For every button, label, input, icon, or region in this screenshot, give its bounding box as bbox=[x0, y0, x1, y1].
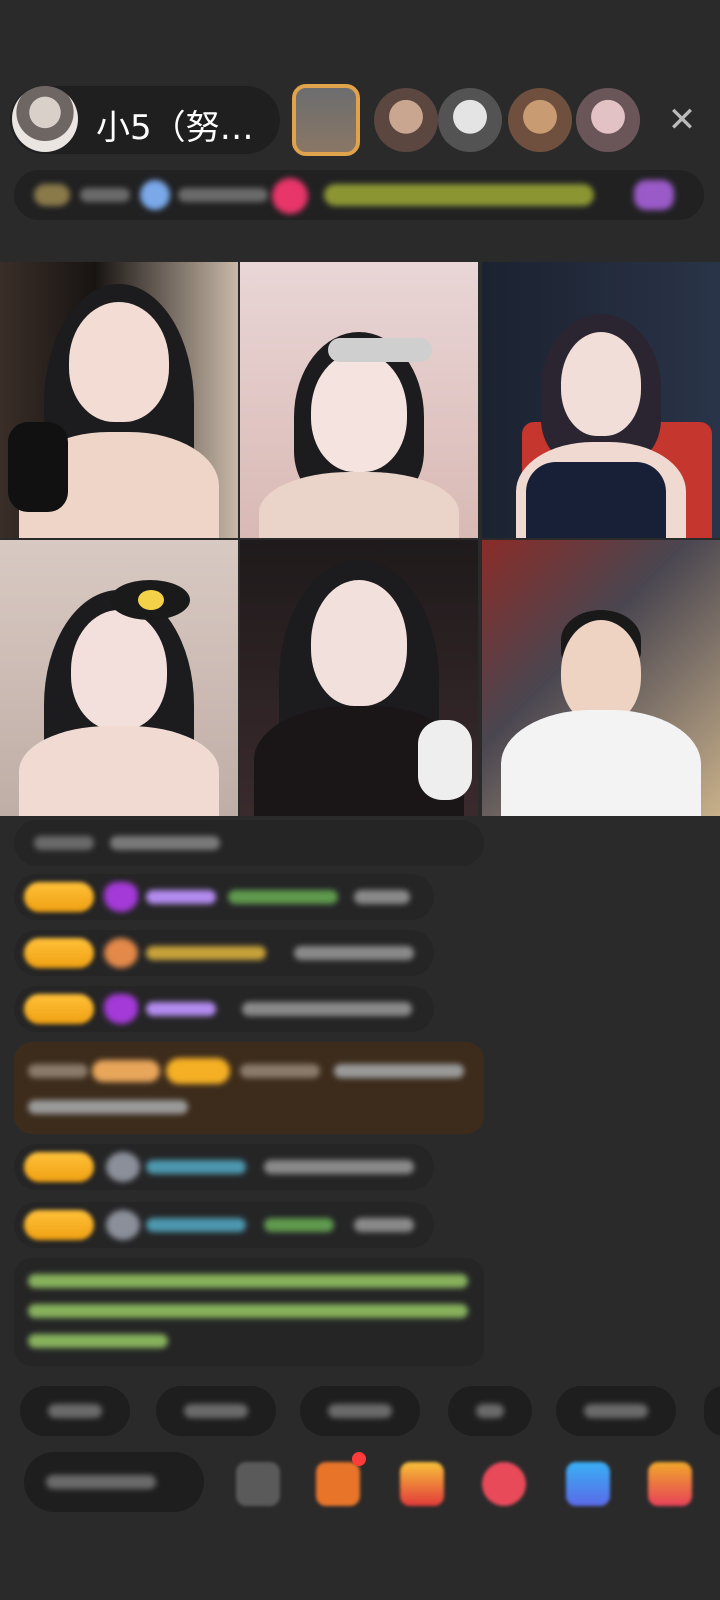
video-tile-streamer-3[interactable] bbox=[482, 262, 720, 538]
notification-dot-icon bbox=[352, 1452, 366, 1466]
headband bbox=[328, 338, 432, 362]
host-name[interactable]: 小5（努… bbox=[96, 100, 254, 149]
game-icon[interactable] bbox=[566, 1462, 610, 1506]
quick-reply-chip[interactable] bbox=[20, 1386, 130, 1436]
more-icon[interactable] bbox=[648, 1462, 692, 1506]
gem-icon bbox=[104, 882, 138, 912]
chat-message[interactable] bbox=[14, 1202, 434, 1248]
close-icon[interactable]: ✕ bbox=[664, 102, 700, 138]
level-badge bbox=[24, 882, 94, 912]
video-tile-streamer-2[interactable] bbox=[240, 262, 478, 538]
quick-reply-chip[interactable] bbox=[448, 1386, 532, 1436]
quick-reply-chip[interactable] bbox=[300, 1386, 420, 1436]
chat-message[interactable] bbox=[14, 874, 434, 920]
fan-badge-icon bbox=[104, 938, 138, 968]
like-icon[interactable] bbox=[482, 1462, 526, 1506]
top-viewer-avatar[interactable] bbox=[292, 84, 360, 156]
badge-icon bbox=[140, 180, 170, 210]
chat-message[interactable] bbox=[14, 986, 434, 1032]
microphone-icon bbox=[418, 720, 472, 800]
gem-icon bbox=[104, 994, 138, 1024]
gift-box-icon[interactable] bbox=[400, 1462, 444, 1506]
heart-icon[interactable] bbox=[272, 178, 308, 214]
room-status-bar[interactable] bbox=[14, 170, 704, 220]
announcement-text bbox=[324, 184, 594, 206]
level-badge bbox=[24, 1210, 94, 1240]
quick-reply-chip[interactable] bbox=[704, 1386, 720, 1436]
rank-icon bbox=[34, 184, 70, 206]
host-avatar[interactable] bbox=[12, 86, 78, 152]
gift-message[interactable] bbox=[14, 1042, 484, 1134]
shop-icon[interactable] bbox=[316, 1462, 360, 1506]
badge-text bbox=[178, 188, 268, 202]
viewer-avatar[interactable] bbox=[508, 88, 572, 152]
multi-guest-video-grid bbox=[0, 262, 720, 816]
quick-reply-chip[interactable] bbox=[156, 1386, 276, 1436]
viewer-avatar[interactable] bbox=[576, 88, 640, 152]
quick-reply-chip[interactable] bbox=[556, 1386, 676, 1436]
video-tile-streamer-4[interactable] bbox=[0, 540, 238, 816]
microphone-icon bbox=[8, 422, 68, 512]
rank-text bbox=[80, 188, 130, 202]
video-tile-streamer-5[interactable] bbox=[240, 540, 478, 816]
user-avatar bbox=[106, 1152, 140, 1182]
chat-message[interactable] bbox=[14, 820, 484, 866]
chat-message[interactable] bbox=[14, 930, 434, 976]
system-notice bbox=[14, 1258, 484, 1366]
user-avatar bbox=[106, 1210, 140, 1240]
level-badge bbox=[24, 994, 94, 1024]
video-tile-streamer-1[interactable] bbox=[0, 262, 238, 538]
viewer-avatar[interactable] bbox=[438, 88, 502, 152]
viewer-avatar[interactable] bbox=[374, 88, 438, 152]
video-tile-streamer-6[interactable] bbox=[482, 540, 720, 816]
level-badge bbox=[24, 1152, 94, 1182]
chat-message[interactable] bbox=[14, 1144, 434, 1190]
level-badge bbox=[24, 938, 94, 968]
chat-input[interactable] bbox=[24, 1452, 204, 1512]
emoji-icon[interactable] bbox=[236, 1462, 280, 1506]
gift-icon[interactable] bbox=[634, 180, 674, 210]
